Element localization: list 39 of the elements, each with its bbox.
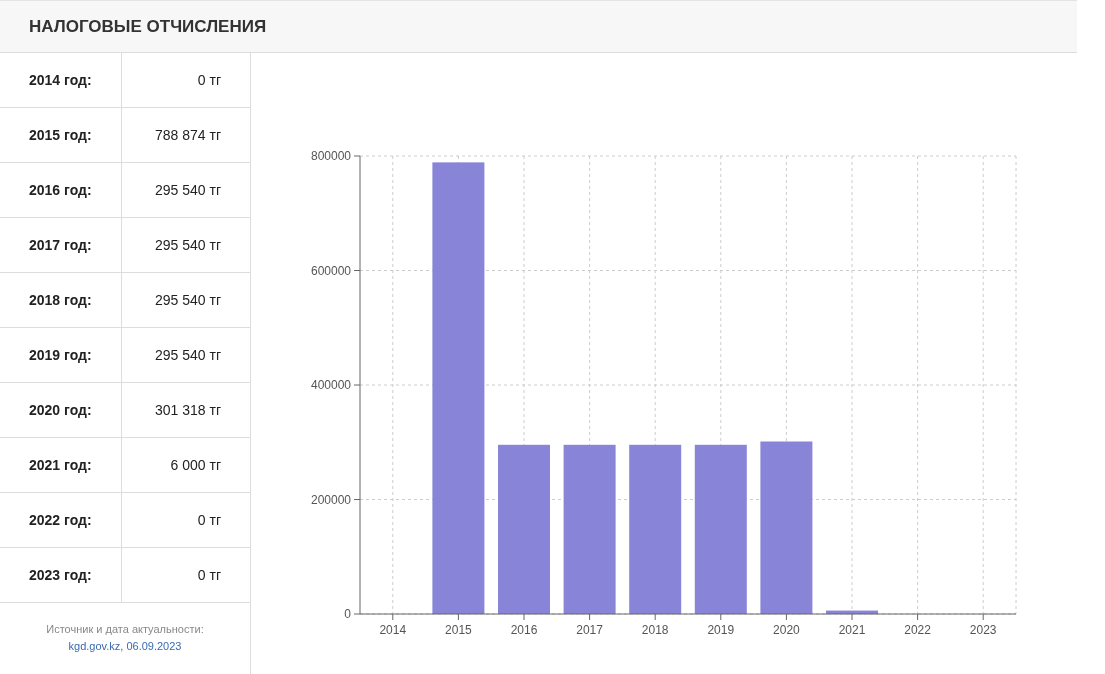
x-tick-label: 2018: [641, 623, 669, 637]
year-label: 2016 год:: [0, 163, 122, 217]
year-label: 2014 год:: [0, 53, 122, 107]
x-tick-label: 2023: [969, 623, 997, 637]
amount-value: 0 тг: [196, 566, 222, 585]
x-tick-label: 2014: [379, 623, 407, 637]
amount-value: 0 тг: [196, 511, 222, 530]
year-label: 2021 год:: [0, 438, 122, 492]
year-label: 2018 год:: [0, 273, 122, 327]
amount-value: 295 540 тг: [154, 346, 222, 365]
amount-value: 295 540 тг: [154, 181, 222, 200]
x-tick-label: 2016: [510, 623, 538, 637]
section-title: НАЛОГОВЫЕ ОТЧИСЛЕНИЯ: [29, 16, 267, 37]
amount-value: 301 318 тг: [154, 401, 222, 420]
x-tick-label: 2022: [904, 623, 931, 637]
year-label: 2017 год:: [0, 218, 122, 272]
x-tick-label: 2021: [838, 623, 866, 637]
bar: [826, 610, 878, 614]
amount-value: 295 540 тг: [154, 236, 222, 255]
amount-value: 788 874 тг: [154, 126, 222, 145]
year-label: 2020 год:: [0, 383, 122, 437]
y-tick-label: 600000: [310, 263, 351, 278]
year-label: 2023 год:: [0, 548, 122, 602]
amount-value: 0 тг: [196, 71, 222, 90]
x-tick-label: 2017: [576, 623, 603, 637]
year-label: 2019 год:: [0, 328, 122, 382]
y-tick-label: 200000: [310, 492, 351, 507]
amount-value: 6 000 тг: [169, 456, 222, 475]
y-tick-label: 800000: [310, 149, 351, 163]
year-label: 2015 год:: [0, 108, 122, 162]
year-label: 2022 год:: [0, 493, 122, 547]
y-tick-label: 0: [344, 607, 351, 621]
x-tick-label: 2020: [773, 623, 800, 637]
source-label: Источник и дата актуальности:: [46, 623, 204, 635]
amount-value: 295 540 тг: [154, 291, 222, 310]
y-tick-label: 400000: [310, 378, 351, 392]
source-link[interactable]: kgd.gov.kz, 06.09.2023: [68, 640, 182, 652]
x-tick-label: 2019: [707, 623, 735, 637]
x-tick-label: 2015: [445, 623, 472, 637]
